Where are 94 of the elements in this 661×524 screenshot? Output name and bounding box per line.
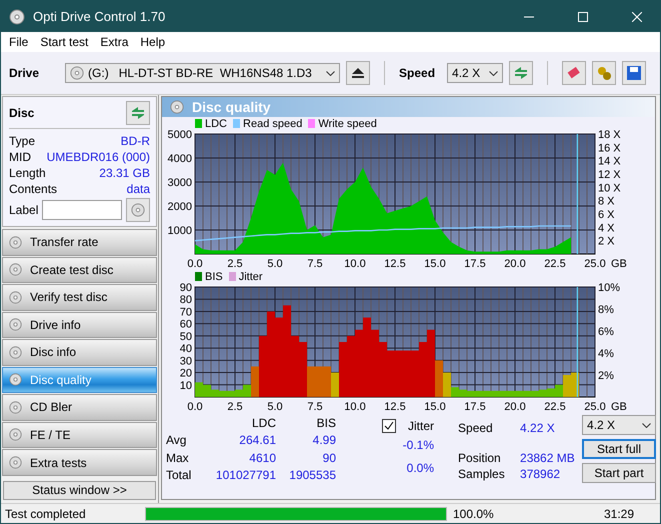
- x-tick-label: 20.0: [504, 401, 526, 413]
- drive-label: Drive: [9, 66, 40, 80]
- x-tick-label: 12.5: [384, 401, 406, 413]
- jitter-value: -0.1%: [402, 438, 434, 454]
- field-value: data: [126, 182, 150, 196]
- y2-tick-label: 16 X: [598, 142, 621, 154]
- x-tick-label: 15.0: [424, 258, 446, 270]
- y-tick-label: 4000: [168, 153, 192, 165]
- y2-tick-label: 18 X: [598, 130, 621, 141]
- row-label: Avg: [166, 433, 188, 448]
- field-label: Contents: [9, 182, 58, 196]
- x-tick-label: 25.0: [584, 258, 606, 270]
- x-tick-label: 7.5: [307, 401, 323, 413]
- y-tick-label: 20: [180, 368, 192, 380]
- y2-tick-label: 2 X: [598, 236, 615, 248]
- y2-tick-label: 8 X: [598, 196, 615, 208]
- legend-label: Read speed: [243, 118, 302, 130]
- y2-tick-label: 14 X: [598, 156, 621, 168]
- field-label: Type: [9, 134, 36, 148]
- stat-value: 4.99: [312, 433, 336, 448]
- panel-title: Disc: [9, 106, 34, 120]
- x-tick-label: 20.0: [504, 258, 526, 270]
- y-tick-label: 2000: [168, 201, 192, 213]
- y2-tick-label: 8%: [598, 304, 614, 316]
- status-text: Test completed: [4, 506, 87, 520]
- stat-value: 101027791: [214, 468, 276, 482]
- y-tick-label: 1000: [168, 225, 192, 237]
- x-tick-label: 10.0: [344, 401, 366, 413]
- progress-percent: 100.0%: [452, 506, 495, 520]
- field-label: Length: [9, 166, 46, 180]
- y-tick-label: 3000: [168, 177, 192, 189]
- x-tick-label: 5.0: [267, 401, 283, 413]
- legend-label: BIS: [205, 270, 223, 282]
- jitter-label: Jitter: [408, 419, 434, 433]
- row-label: Total: [166, 468, 192, 482]
- legend-label: LDC: [205, 118, 228, 130]
- info-value: 4.22 X: [520, 421, 556, 435]
- y2-tick-label: 10 X: [598, 182, 621, 194]
- x-tick-label: 5.0: [267, 258, 283, 270]
- speed-label: Speed: [399, 66, 436, 80]
- x-tick-label: 2.5: [227, 401, 243, 413]
- legend-label: Jitter: [238, 270, 263, 282]
- field-label: Label: [9, 203, 38, 217]
- x-tick-label: 12.5: [384, 258, 406, 270]
- y2-tick-label: 10%: [598, 283, 620, 294]
- y2-tick-label: 12 X: [598, 169, 621, 181]
- y-tick-label: 5000: [168, 130, 192, 141]
- x-tick-label: 2.5: [227, 258, 243, 270]
- x-tick-label: 17.5: [464, 258, 486, 270]
- y-tick-label: 40: [180, 343, 192, 356]
- info-label: Position: [458, 451, 502, 465]
- x-tick-label: 22.5: [544, 258, 566, 270]
- x-tick-label: 10.0: [344, 258, 366, 270]
- row-label: Max: [166, 450, 190, 465]
- field-label: MID: [9, 150, 31, 164]
- y-tick-label: 90: [180, 283, 192, 294]
- y-tick-label: 50: [180, 330, 192, 343]
- field-value: UMEBDR016 (000): [46, 150, 150, 164]
- panel-header: Disc quality: [162, 97, 655, 117]
- elapsed-time: 31:29: [602, 506, 635, 520]
- column-header: BIS: [316, 416, 336, 430]
- y-tick-label: 60: [180, 318, 192, 331]
- y-tick-label: 10: [180, 380, 192, 392]
- window-title: Opti Drive Control 1.70: [33, 9, 166, 24]
- x-tick-label: 7.5: [307, 258, 323, 270]
- field-value: 23.31 GB: [99, 166, 150, 180]
- x-tick-label: 17.5: [464, 401, 486, 413]
- y2-tick-label: 2%: [598, 370, 614, 382]
- y2-tick-label: 6 X: [598, 209, 615, 221]
- stat-value: 90: [322, 450, 336, 465]
- y2-tick-label: 6%: [598, 326, 614, 338]
- y-tick-label: 70: [180, 306, 192, 318]
- y-tick-label: 80: [180, 294, 192, 306]
- info-value: 378962: [520, 467, 562, 481]
- y2-tick-label: 4%: [598, 348, 614, 360]
- x-axis-unit: GB: [611, 258, 627, 270]
- info-label: Speed: [458, 421, 494, 435]
- info-value: 23862 MB: [520, 451, 576, 465]
- stat-value: 4610: [248, 450, 276, 465]
- x-tick-label: 0.0: [187, 401, 203, 413]
- stat-value: 264.61: [238, 433, 276, 448]
- x-tick-label: 22.5: [544, 401, 566, 413]
- jitter-value: 0.0%: [406, 461, 434, 477]
- x-axis-unit: GB: [611, 401, 627, 413]
- x-tick-label: 15.0: [424, 401, 446, 413]
- y2-tick-label: 4 X: [598, 222, 615, 234]
- x-tick-label: 0.0: [187, 258, 203, 270]
- y-tick-label: 30: [180, 355, 192, 368]
- legend-label: Write speed: [318, 118, 377, 130]
- x-tick-label: 25.0: [584, 401, 606, 413]
- info-label: Samples: [458, 467, 506, 481]
- field-value: BD-R: [120, 134, 150, 148]
- stat-value: 1905535: [288, 468, 336, 482]
- column-header: LDC: [250, 416, 276, 430]
